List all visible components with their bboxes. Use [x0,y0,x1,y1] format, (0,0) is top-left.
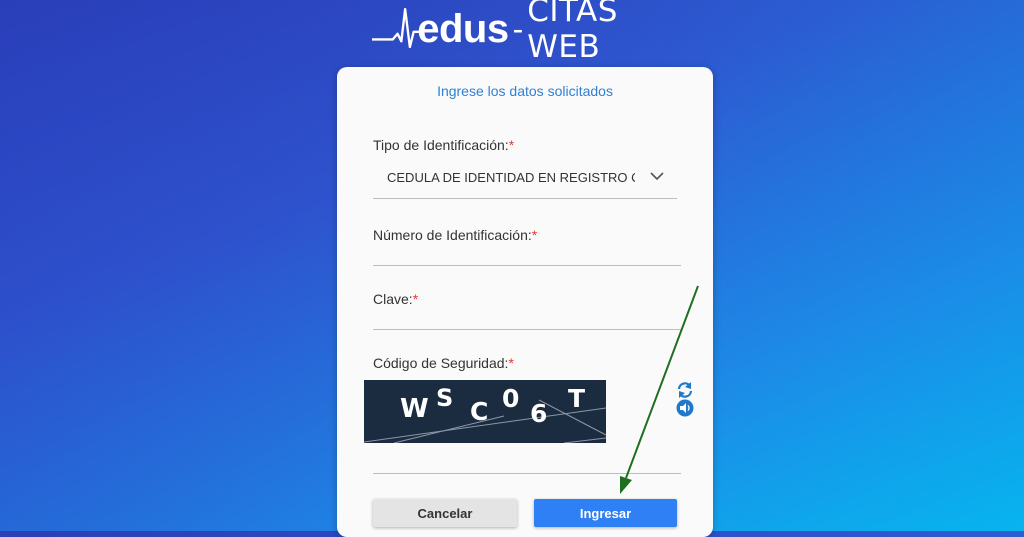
captcha-char: S [436,384,454,412]
brand-subtitle: CITAS WEB [527,0,618,65]
security-code-input[interactable] [373,443,681,474]
app-logo: edus - CITAS WEB [372,0,692,65]
id-number-input[interactable] [373,235,681,266]
chevron-down-icon [650,172,664,181]
captcha-char: 0 [502,384,520,413]
cancel-button[interactable]: Cancelar [373,499,517,527]
heartbeat-logo-icon [372,7,422,49]
login-card: Ingrese los datos solicitados Tipo de Id… [337,67,713,537]
captcha-char: C [470,397,489,426]
captcha-char: W [400,394,429,424]
password-input[interactable] [373,299,681,330]
required-mark: * [508,355,514,371]
form-title: Ingrese los datos solicitados [437,83,613,99]
id-type-label: Tipo de Identificación:* [373,137,515,153]
brand-separator: - [512,10,524,47]
captcha-char: 6 [530,399,548,428]
brand-name: edus [417,6,509,51]
speaker-icon[interactable] [676,399,694,417]
id-type-select[interactable]: CEDULA DE IDENTIDAD EN REGISTRO CIVIL [373,156,677,199]
captcha-char: T [568,384,586,413]
required-mark: * [508,137,515,153]
captcha-image: W S C 0 6 T [364,380,606,443]
submit-button[interactable]: Ingresar [534,499,677,527]
id-type-selected-value: CEDULA DE IDENTIDAD EN REGISTRO CIVIL [387,170,635,185]
security-code-label: Código de Seguridad:* [373,355,514,371]
refresh-icon[interactable] [676,381,694,399]
